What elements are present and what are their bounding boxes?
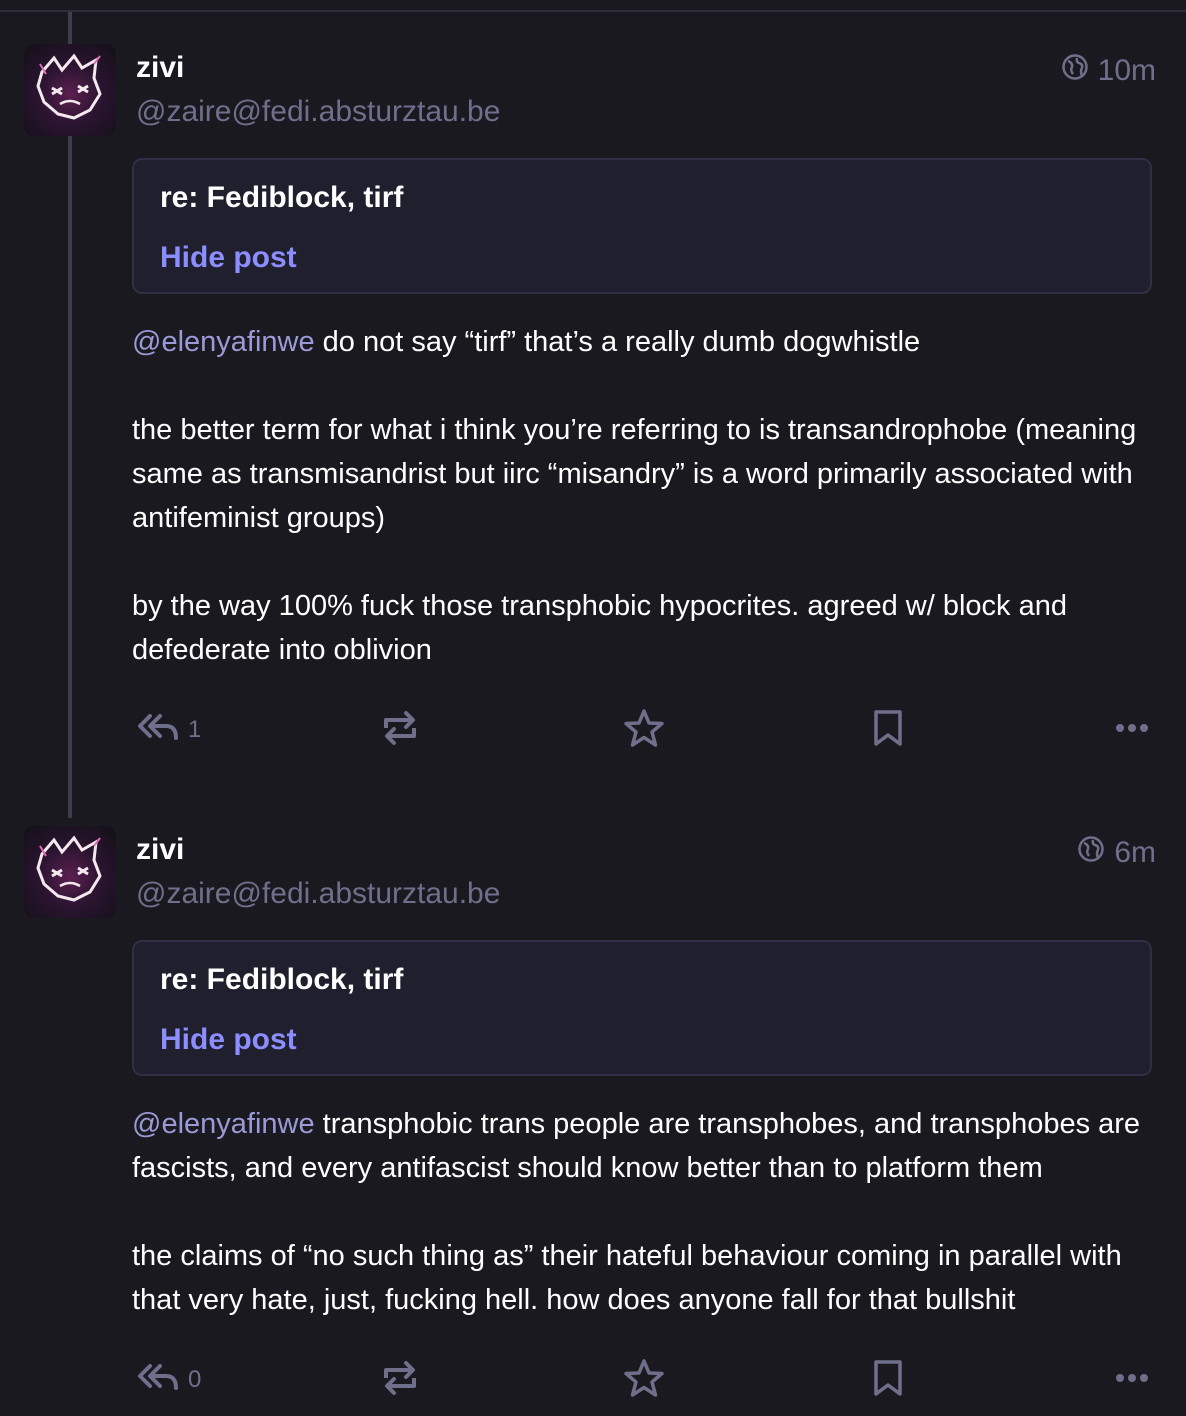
bookmark-icon	[872, 708, 904, 755]
account-handle[interactable]: @zaire@fedi.absturztau.be	[136, 876, 500, 912]
paragraph-text: do not say “tirf” that’s a really dumb d…	[314, 326, 921, 358]
avatar[interactable]	[24, 826, 116, 918]
bookmark-icon	[872, 1358, 904, 1405]
account-handle[interactable]: @zaire@fedi.absturztau.be	[136, 94, 500, 130]
reply-count: 1	[188, 715, 202, 743]
more-options-button[interactable]	[1114, 1366, 1150, 1397]
favourite-button[interactable]	[624, 1358, 664, 1405]
boost-icon	[382, 708, 418, 755]
favourite-star-icon	[624, 1358, 664, 1405]
favourite-button[interactable]	[624, 708, 664, 755]
more-options-icon	[1114, 1366, 1150, 1397]
spoiler-text: re: Fediblock, tirf	[160, 963, 404, 996]
content-warning: re: Fediblock, tirf Hide post	[132, 158, 1152, 294]
more-options-icon	[1114, 716, 1150, 747]
paragraph: @elenyafinwe transphobic trans people ar…	[132, 1102, 1162, 1190]
timestamp[interactable]: 6m	[1114, 835, 1156, 871]
hide-post-button[interactable]: Hide post	[160, 1022, 297, 1058]
globe-icon	[1061, 53, 1088, 89]
boost-icon	[382, 1358, 418, 1405]
status-content: @elenyafinwe transphobic trans people ar…	[132, 1102, 1162, 1322]
paragraph: @elenyafinwe do not say “tirf” that’s a …	[132, 320, 1162, 364]
status-meta[interactable]: 10m	[1061, 53, 1156, 89]
timestamp[interactable]: 10m	[1098, 53, 1156, 89]
boost-button[interactable]	[382, 1358, 418, 1405]
mention-link[interactable]: @elenyafinwe	[132, 326, 315, 358]
display-name[interactable]: zivi	[136, 50, 184, 86]
status-content: @elenyafinwe do not say “tirf” that’s a …	[132, 320, 1162, 672]
reply-button[interactable]: 1	[136, 708, 201, 751]
reply-all-icon	[136, 1358, 180, 1401]
mention-link[interactable]: @elenyafinwe	[132, 1108, 315, 1140]
paragraph: the better term for what i think you’re …	[132, 414, 1137, 534]
display-name[interactable]: zivi	[136, 832, 184, 868]
reply-button[interactable]: 0	[136, 1358, 201, 1401]
reply-all-icon	[136, 708, 180, 751]
top-border	[0, 10, 1186, 12]
status-meta[interactable]: 6m	[1078, 835, 1156, 871]
bookmark-button[interactable]	[872, 1358, 904, 1405]
content-warning: re: Fediblock, tirf Hide post	[132, 940, 1152, 1076]
globe-icon	[1078, 835, 1105, 871]
favourite-star-icon	[624, 708, 664, 755]
hide-post-button[interactable]: Hide post	[160, 240, 297, 276]
avatar[interactable]	[24, 44, 116, 136]
more-options-button[interactable]	[1114, 716, 1150, 747]
bookmark-button[interactable]	[872, 708, 904, 755]
boost-button[interactable]	[382, 708, 418, 755]
spoiler-text: re: Fediblock, tirf	[160, 181, 404, 214]
paragraph: by the way 100% fuck those transphobic h…	[132, 590, 1067, 666]
reply-count: 0	[188, 1365, 202, 1393]
paragraph: the claims of “no such thing as” their h…	[132, 1240, 1122, 1316]
